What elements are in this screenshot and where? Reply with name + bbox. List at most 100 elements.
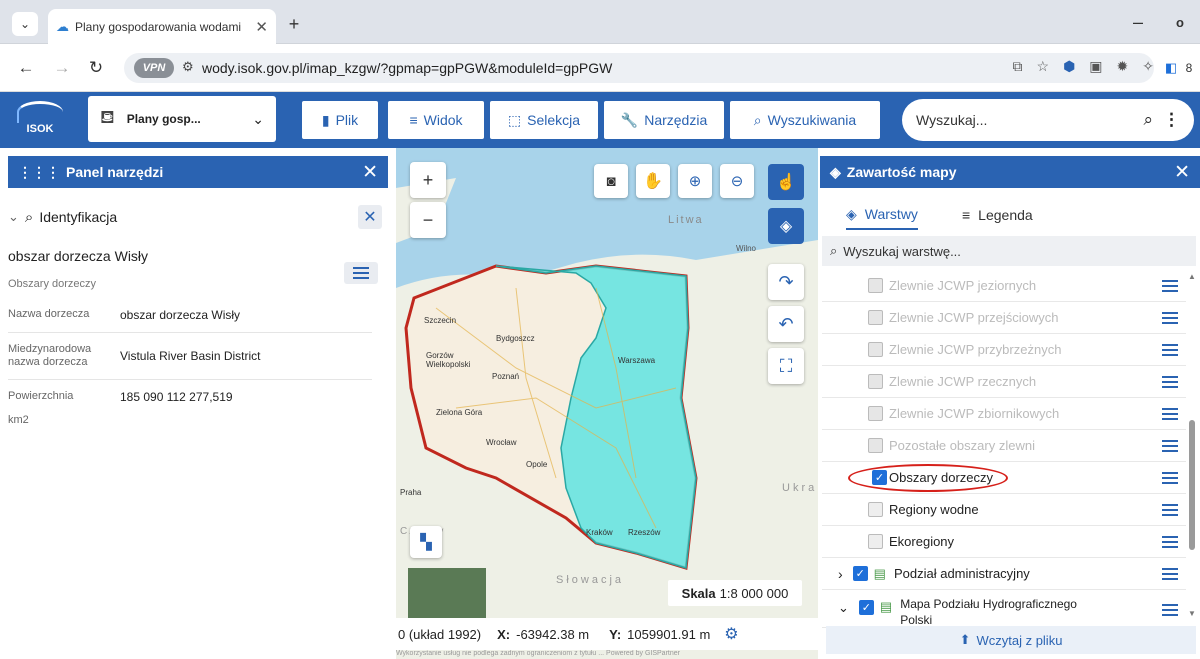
layer-checkbox[interactable]	[868, 502, 883, 517]
restore-icon[interactable]: o	[1170, 12, 1190, 32]
global-search-input[interactable]: Wyszukaj...	[916, 112, 1143, 128]
identify-tool-icon[interactable]: ☝	[768, 164, 804, 200]
layers-icon[interactable]: ◈	[768, 208, 804, 244]
gear-extension-icon[interactable]: ✹	[1117, 58, 1129, 75]
layer-search-input[interactable]: ⌕ Wyszukaj warstwę...	[822, 236, 1196, 266]
menu-narzedzia-button[interactable]: 🔧 Narzędzia	[604, 101, 724, 139]
forward-icon[interactable]: →	[52, 58, 72, 78]
layer-item[interactable]: Zlewnie JCWP rzecznych	[822, 366, 1186, 398]
back-icon[interactable]: ←	[16, 58, 36, 78]
minimize-icon[interactable]: –	[1128, 12, 1148, 32]
hamburger-icon[interactable]	[1162, 568, 1178, 580]
layer-checkbox[interactable]	[868, 406, 883, 421]
url-box[interactable]: VPN ⚙ wody.isok.gov.pl/imap_kzgw/?gpmap=…	[124, 53, 1154, 83]
tab-legenda-label: Legenda	[978, 207, 1033, 223]
load-from-file-button[interactable]: ⬆ Wczytaj z pliku	[826, 626, 1196, 654]
basemap-switch-icon[interactable]: ▚	[410, 526, 442, 558]
url-text[interactable]: wody.isok.gov.pl/imap_kzgw/?gpmap=gpPGW&…	[202, 60, 612, 76]
profile-icon[interactable]: 8	[1180, 58, 1198, 78]
close-icon[interactable]: ✕	[1174, 161, 1190, 184]
close-section-icon[interactable]: ✕	[358, 205, 382, 229]
layer-group-checkbox[interactable]: ✓	[858, 600, 874, 615]
tab-search-button[interactable]: ⌄	[12, 12, 38, 36]
scroll-up-icon[interactable]: ▲	[1188, 272, 1196, 281]
new-tab-button[interactable]: +	[284, 14, 304, 34]
feature-menu-button[interactable]	[344, 262, 378, 284]
sidebar-toggle-icon[interactable]: ◧	[1162, 58, 1180, 78]
hamburger-icon[interactable]	[1162, 536, 1178, 548]
layer-item[interactable]: Ekoregiony	[822, 526, 1186, 558]
bookmark-star-icon[interactable]: ☆	[1037, 58, 1050, 75]
zoom-out-button[interactable]: −	[410, 202, 446, 238]
layer-item[interactable]: Zlewnie JCWP zbiornikowych	[822, 398, 1186, 430]
hamburger-icon[interactable]	[1162, 280, 1178, 292]
undo-icon[interactable]: ↶	[768, 306, 804, 342]
module-selector[interactable]: ⛾ Plany gosp... ⌄	[88, 96, 276, 142]
coordinates-settings-icon[interactable]: ⚙	[724, 624, 738, 644]
hamburger-icon[interactable]	[1162, 312, 1178, 324]
redo-icon[interactable]: ↷	[768, 264, 804, 300]
global-search[interactable]: Wyszukaj... ⌕ ⋮	[902, 99, 1194, 141]
feature-layer-name: Obszary dorzeczy	[8, 278, 97, 290]
extension-icon[interactable]: ▣	[1089, 58, 1102, 75]
identify-section-header[interactable]: ⌄ ⌕ Identyfikacja ✕	[8, 200, 388, 234]
chevron-down-icon[interactable]: ⌄	[8, 209, 19, 225]
menu-selekcja-button[interactable]: ⬚ Selekcja	[490, 101, 598, 139]
map-canvas[interactable]: Litwa Wilno Szczecin Gorzów Wielkopolski…	[396, 148, 818, 659]
layer-item[interactable]: Zlewnie JCWP przybrzeżnych	[822, 334, 1186, 366]
fullscreen-icon[interactable]: ⛶	[768, 348, 804, 384]
hamburger-icon[interactable]	[1162, 604, 1178, 616]
zoom-in-button[interactable]: +	[410, 162, 446, 198]
layer-group-item[interactable]: › ✓ ▤ Podział administracyjny	[822, 558, 1186, 590]
hamburger-icon[interactable]	[1162, 376, 1178, 388]
zoom-out-tool-icon[interactable]: ⊖	[720, 164, 754, 198]
hamburger-icon[interactable]	[1162, 408, 1178, 420]
layer-item-obszary-dorzeczy[interactable]: ✓ Obszary dorzeczy	[822, 462, 1186, 494]
layer-checkbox[interactable]	[868, 342, 883, 357]
site-info-icon[interactable]: ⚙	[182, 59, 194, 75]
menu-widok-button[interactable]: ≡ Widok	[388, 101, 484, 139]
layer-checkbox[interactable]	[868, 278, 883, 293]
chevron-down-icon[interactable]: ⌄	[838, 596, 849, 616]
menu-wyszukiwania-button[interactable]: ⌕ Wyszukiwania	[730, 101, 880, 139]
search-icon[interactable]: ⌕	[1143, 110, 1153, 130]
hamburger-icon[interactable]	[1162, 472, 1178, 484]
zoom-in-tool-icon[interactable]: ⊕	[678, 164, 712, 198]
layer-checkbox[interactable]	[868, 310, 883, 325]
chevron-right-icon[interactable]: ›	[838, 566, 843, 582]
layer-checkbox[interactable]	[868, 374, 883, 389]
hamburger-icon[interactable]	[1162, 440, 1178, 452]
close-icon[interactable]: ✕	[362, 161, 378, 184]
reload-icon[interactable]: ↻	[86, 58, 106, 78]
layer-group-checkbox[interactable]: ✓	[852, 566, 868, 581]
tab-warstwy[interactable]: ◈ Warstwy	[846, 200, 918, 230]
camera-icon[interactable]: ◙	[594, 164, 628, 198]
vpn-badge[interactable]: VPN	[134, 58, 174, 78]
isok-logo[interactable]: ISOK	[8, 98, 72, 142]
puzzle-icon[interactable]: ✧	[1142, 58, 1154, 75]
attribute-row: Powierzchnia 185 090 112 277,519	[8, 380, 372, 414]
scrollbar-thumb[interactable]	[1189, 420, 1195, 550]
tab-legenda[interactable]: ≡ Legenda	[962, 200, 1033, 230]
layer-item[interactable]: Pozostałe obszary zlewni	[822, 430, 1186, 462]
layer-list-scrollbar[interactable]: ▲ ▼	[1186, 270, 1198, 620]
layer-group-item[interactable]: ⌄ ✓ ▤ Mapa Podziału Hydrograficznego Pol…	[822, 590, 1186, 628]
layer-item[interactable]: Zlewnie JCWP przejściowych	[822, 302, 1186, 334]
tab-close-icon[interactable]: ✕	[255, 18, 268, 36]
layer-item[interactable]: Zlewnie JCWP jeziornych	[822, 270, 1186, 302]
layer-item[interactable]: Regiony wodne	[822, 494, 1186, 526]
hamburger-icon[interactable]	[1162, 504, 1178, 516]
menu-plik-button[interactable]: ▮ Plik	[302, 101, 378, 139]
attribute-row: Miedzynarodowa nazwa dorzecza Vistula Ri…	[8, 333, 372, 381]
module-label: Plany gosp...	[126, 112, 201, 126]
more-menu-icon[interactable]: ⋮	[1163, 110, 1180, 130]
layer-checkbox[interactable]	[868, 534, 883, 549]
layer-checkbox[interactable]	[868, 438, 883, 453]
shield-extension-icon[interactable]: ⬢	[1063, 58, 1075, 75]
browser-tab[interactable]: ☁ Plany gospodarowania wodami ✕	[48, 9, 276, 44]
pan-hand-icon[interactable]: ✋	[636, 164, 670, 198]
hamburger-icon[interactable]	[1162, 344, 1178, 356]
layer-group-label: Mapa Podziału Hydrograficznego Polski	[900, 597, 1077, 628]
install-app-icon[interactable]: ⧉	[1013, 58, 1023, 75]
scroll-down-icon[interactable]: ▼	[1188, 609, 1196, 618]
